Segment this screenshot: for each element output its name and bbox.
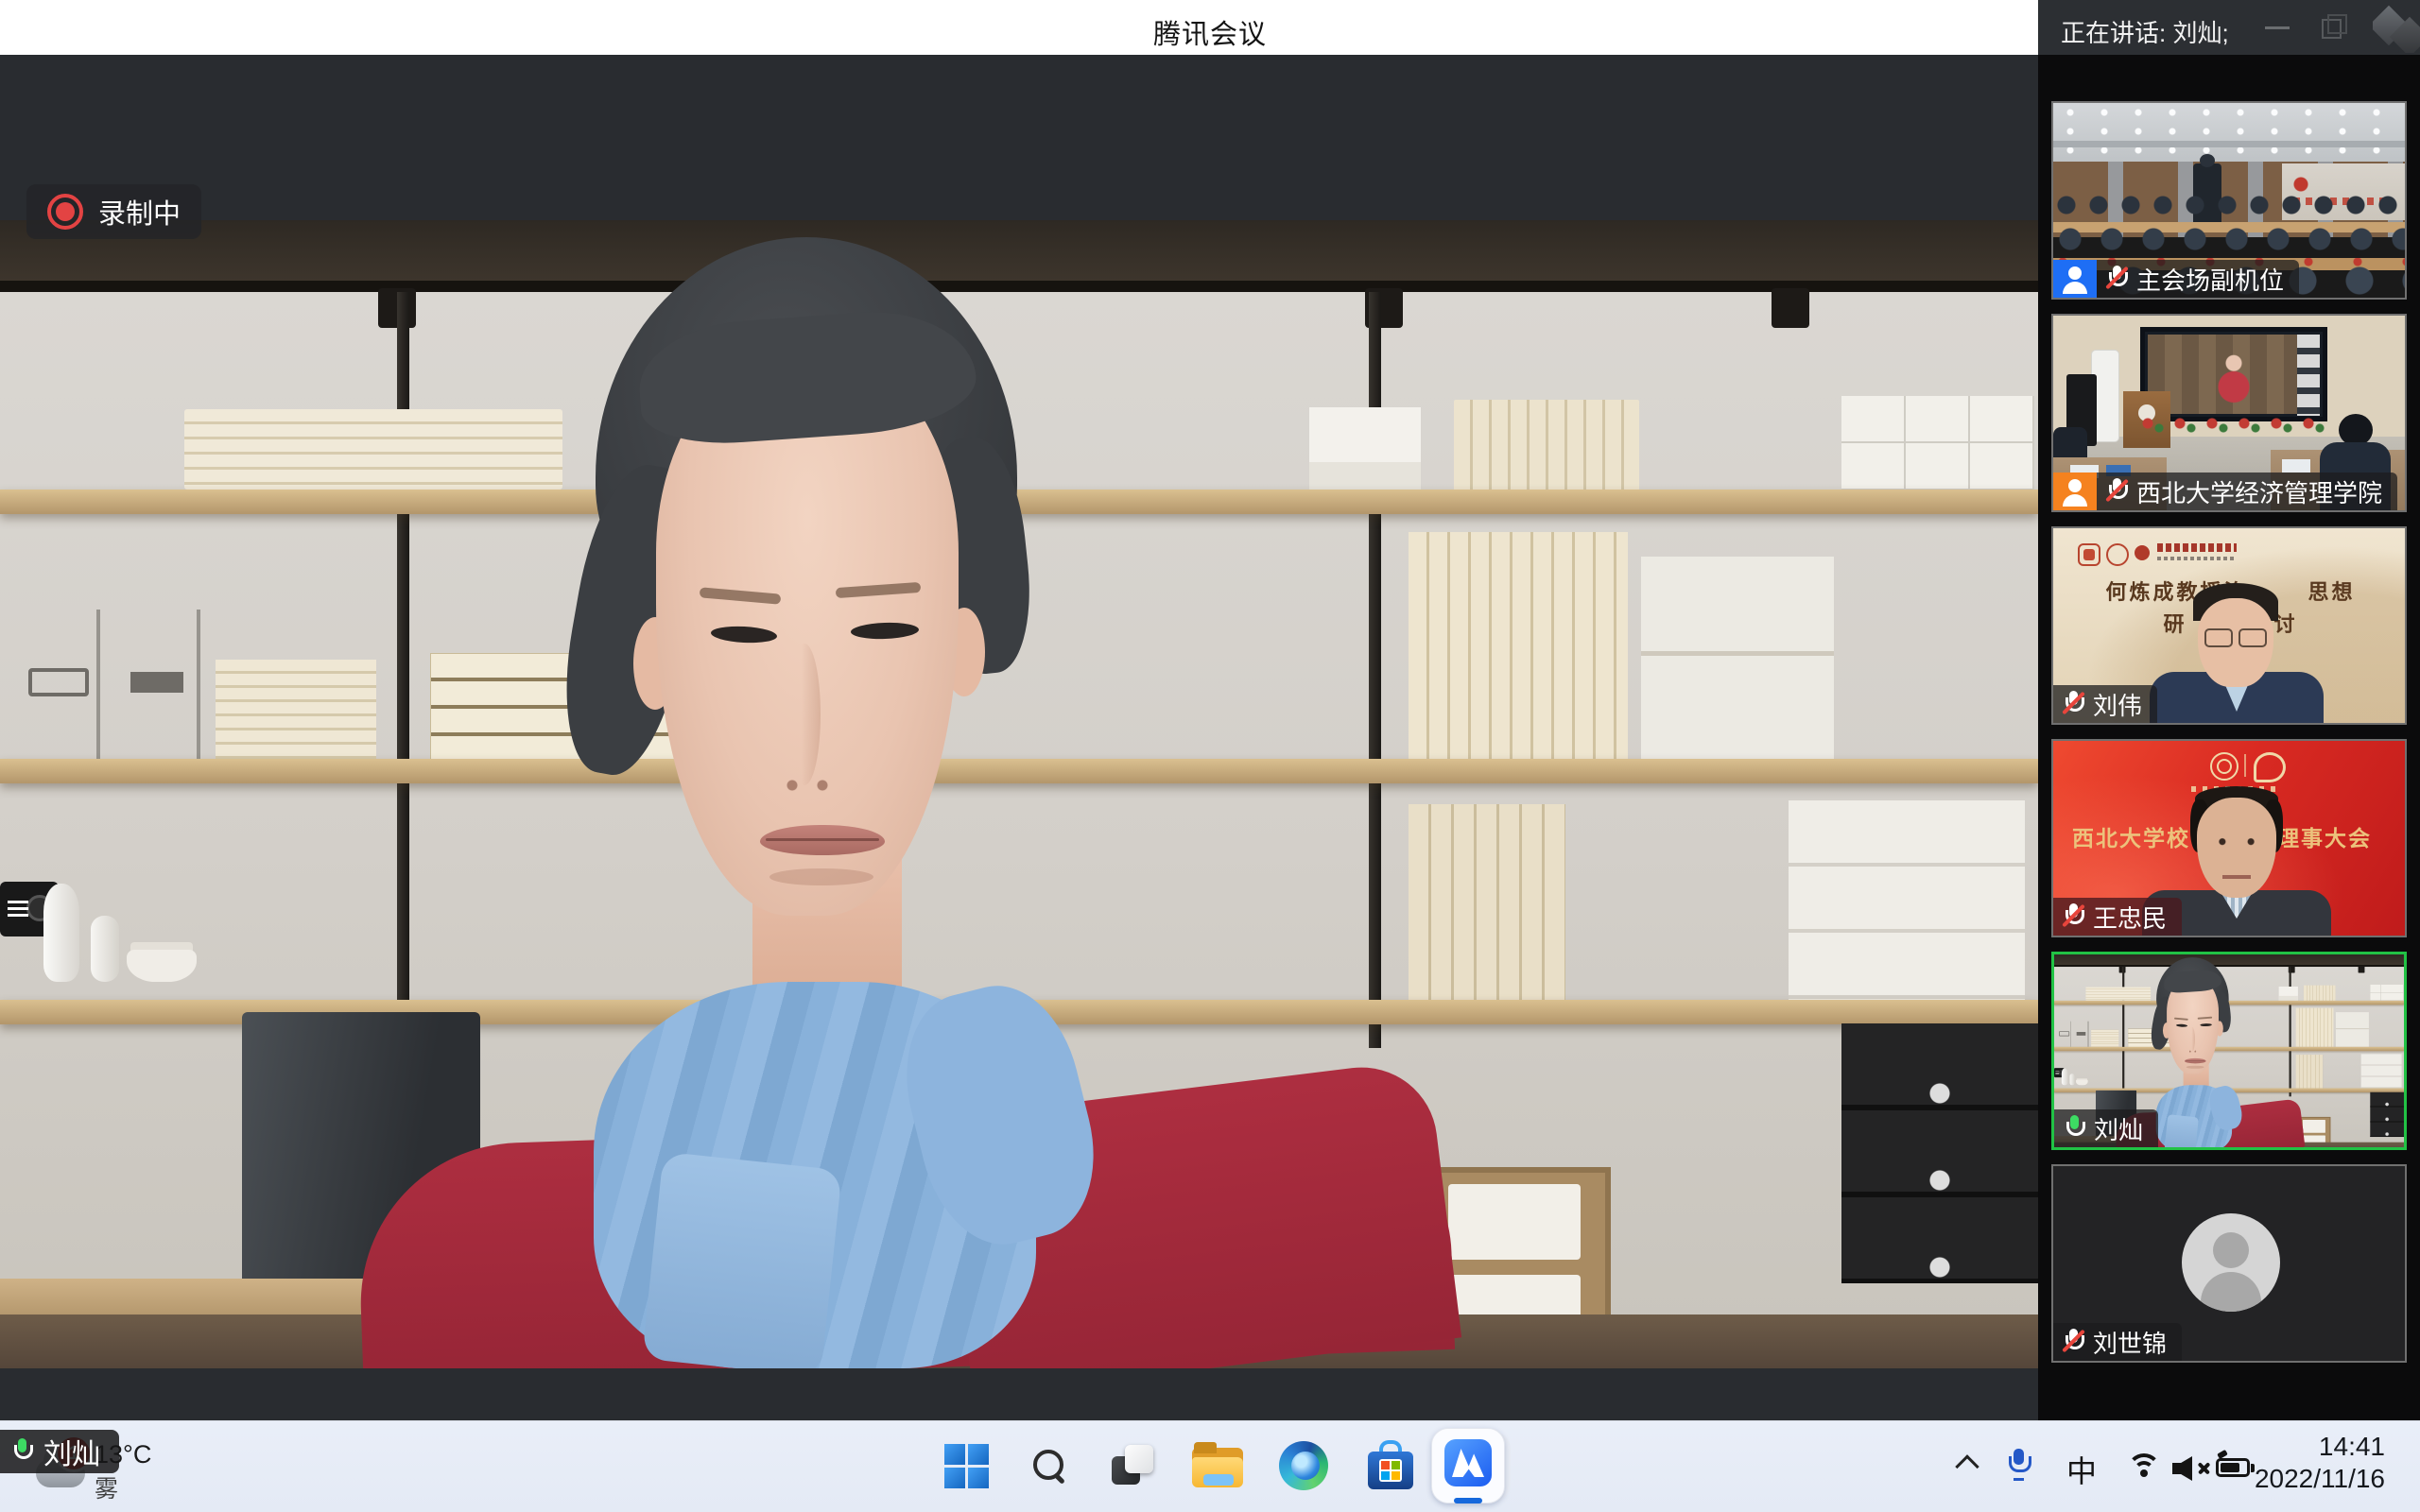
avatar-placeholder-icon: [2182, 1213, 2280, 1312]
speaker-name: 刘灿: [43, 1431, 100, 1472]
speaker-video[interactable]: [0, 220, 2038, 1368]
thumbnail-liu-shijin[interactable]: 刘世锦: [2051, 1164, 2407, 1363]
scene-frame-post: [397, 292, 409, 1048]
tray-date: 2022/11/16: [2255, 1463, 2385, 1495]
t4-logo-divider: [2244, 754, 2246, 777]
thumbnail-liu-can[interactable]: 刘灿: [2051, 952, 2407, 1150]
muted-mic-icon: [2106, 477, 2127, 506]
scene-drawer-grid: [1841, 396, 2034, 490]
task-view-button[interactable]: [1104, 1437, 1161, 1494]
panel-minimize-button[interactable]: [2265, 26, 2290, 29]
muted-mic-icon: [2063, 902, 2083, 931]
ime-indicator[interactable]: 中: [2066, 1448, 2097, 1491]
file-explorer-button[interactable]: [1189, 1437, 1246, 1494]
t3-seal-icon: [2135, 545, 2150, 560]
t1-ceiling: [2053, 103, 2405, 162]
scene-frame-clamp: [1772, 288, 1809, 328]
edge-icon: [1279, 1441, 1328, 1490]
recording-dot-icon: [47, 194, 83, 230]
t4-person-face: [2197, 798, 2276, 898]
tencent-meeting-taskbar-button[interactable]: [1431, 1426, 1511, 1507]
wifi-icon[interactable]: [2125, 1453, 2167, 1484]
speaking-status: 正在讲话: 刘灿;: [2061, 14, 2229, 49]
participant-name: 王忠民: [2093, 900, 2167, 935]
scene-books: [1409, 804, 1565, 1000]
participant-name: 刘伟: [2093, 687, 2142, 722]
search-icon: [1033, 1450, 1065, 1482]
scene-vase: [91, 916, 119, 982]
scene-vase: [43, 884, 79, 982]
scene-storage-box: [1309, 407, 1421, 490]
participant-name: 主会场副机位: [2136, 262, 2284, 297]
panel-popout-button[interactable]: [2322, 19, 2342, 39]
store-bag-icon: [1368, 1440, 1413, 1491]
scene-storage-box: [1789, 800, 2025, 1000]
task-view-icon: [1108, 1443, 1157, 1488]
microsoft-store-button[interactable]: [1362, 1437, 1419, 1494]
mic-on-icon: [2064, 1114, 2084, 1143]
volume-muted-icon[interactable]: [2172, 1455, 2212, 1482]
participant-name: 刘灿: [2094, 1111, 2143, 1146]
t3-logo-icon: [2106, 543, 2129, 566]
scene-dark-drawers: [1841, 1023, 2038, 1283]
t4-slide-text-left: 西北大学校: [2072, 820, 2190, 852]
scene-books: [1454, 400, 1639, 490]
scene-trunks: [0, 610, 206, 759]
weather-condition: 雾: [95, 1470, 118, 1504]
t1-beam: [2053, 141, 2405, 147]
muted-mic-icon: [2106, 265, 2127, 293]
mic-on-icon: [11, 1437, 32, 1466]
window-titlebar: [0, 0, 2038, 55]
scene-books: [1409, 532, 1628, 759]
edge-browser-button[interactable]: [1275, 1437, 1332, 1494]
thumbnail-nwu-economics-school[interactable]: 西北大学经济管理学院: [2051, 314, 2407, 512]
clock-widget[interactable]: 14:41 2022/11/16: [2255, 1431, 2385, 1495]
main-stage: 录制中 刘灿: [0, 55, 2038, 1420]
start-button[interactable]: [938, 1437, 994, 1494]
tencent-meeting-logo-icon: [1444, 1439, 1492, 1486]
t2-flowers: [2140, 418, 2327, 433]
t3-logo-text-mark: [2157, 543, 2237, 562]
participant-name: 西北大学经济管理学院: [2136, 474, 2382, 509]
panel-collapse-ribbon[interactable]: [2373, 2, 2420, 53]
recording-status-badge: 录制中: [26, 184, 201, 239]
speaker-video-scene: [0, 220, 2038, 1368]
folder-icon: [1192, 1444, 1243, 1487]
windows-logo-icon: [944, 1444, 989, 1488]
muted-mic-icon: [2063, 690, 2083, 718]
recording-label: 录制中: [98, 192, 181, 232]
battery-charging-icon[interactable]: [2216, 1458, 2257, 1479]
search-button[interactable]: [1021, 1437, 1078, 1494]
orange-person-badge-icon: [2053, 472, 2097, 510]
speaker-head: [584, 237, 1032, 955]
scene-bowls: [127, 950, 197, 982]
thumbnail-liu-wei[interactable]: 何炼成教授治思想 研讨 刘伟: [2051, 526, 2407, 725]
t4-seal-icon: [2210, 752, 2238, 781]
tray-mic-icon[interactable]: [2006, 1448, 2031, 1480]
muted-mic-icon: [2063, 1328, 2083, 1356]
t3-glasses-icon: [2203, 628, 2269, 645]
participants-panel-header: 正在讲话: 刘灿;: [2038, 0, 2420, 55]
speaker-scarf: [642, 1152, 842, 1368]
blue-person-badge-icon: [2053, 260, 2097, 298]
scene-frame-post: [1369, 292, 1381, 1048]
speaker-name-badge: 刘灿: [0, 1430, 119, 1473]
scene-storage-box: [1641, 557, 1834, 759]
thumbnail-wang-zhongmin[interactable]: 西北大学校 届理事大会 王忠民: [2051, 739, 2407, 937]
active-app-indicator: [1454, 1498, 1482, 1503]
t4-anniversary-logo-icon: [2254, 752, 2286, 782]
tray-time: 14:41: [2255, 1431, 2385, 1463]
thumbnail-main-venue-camera[interactable]: 主会场副机位: [2051, 101, 2407, 300]
scene-book-stack: [184, 409, 562, 490]
t3-logo-icon: [2078, 543, 2100, 566]
scene-book-stack: [216, 660, 376, 759]
participant-name: 刘世锦: [2093, 1325, 2167, 1360]
